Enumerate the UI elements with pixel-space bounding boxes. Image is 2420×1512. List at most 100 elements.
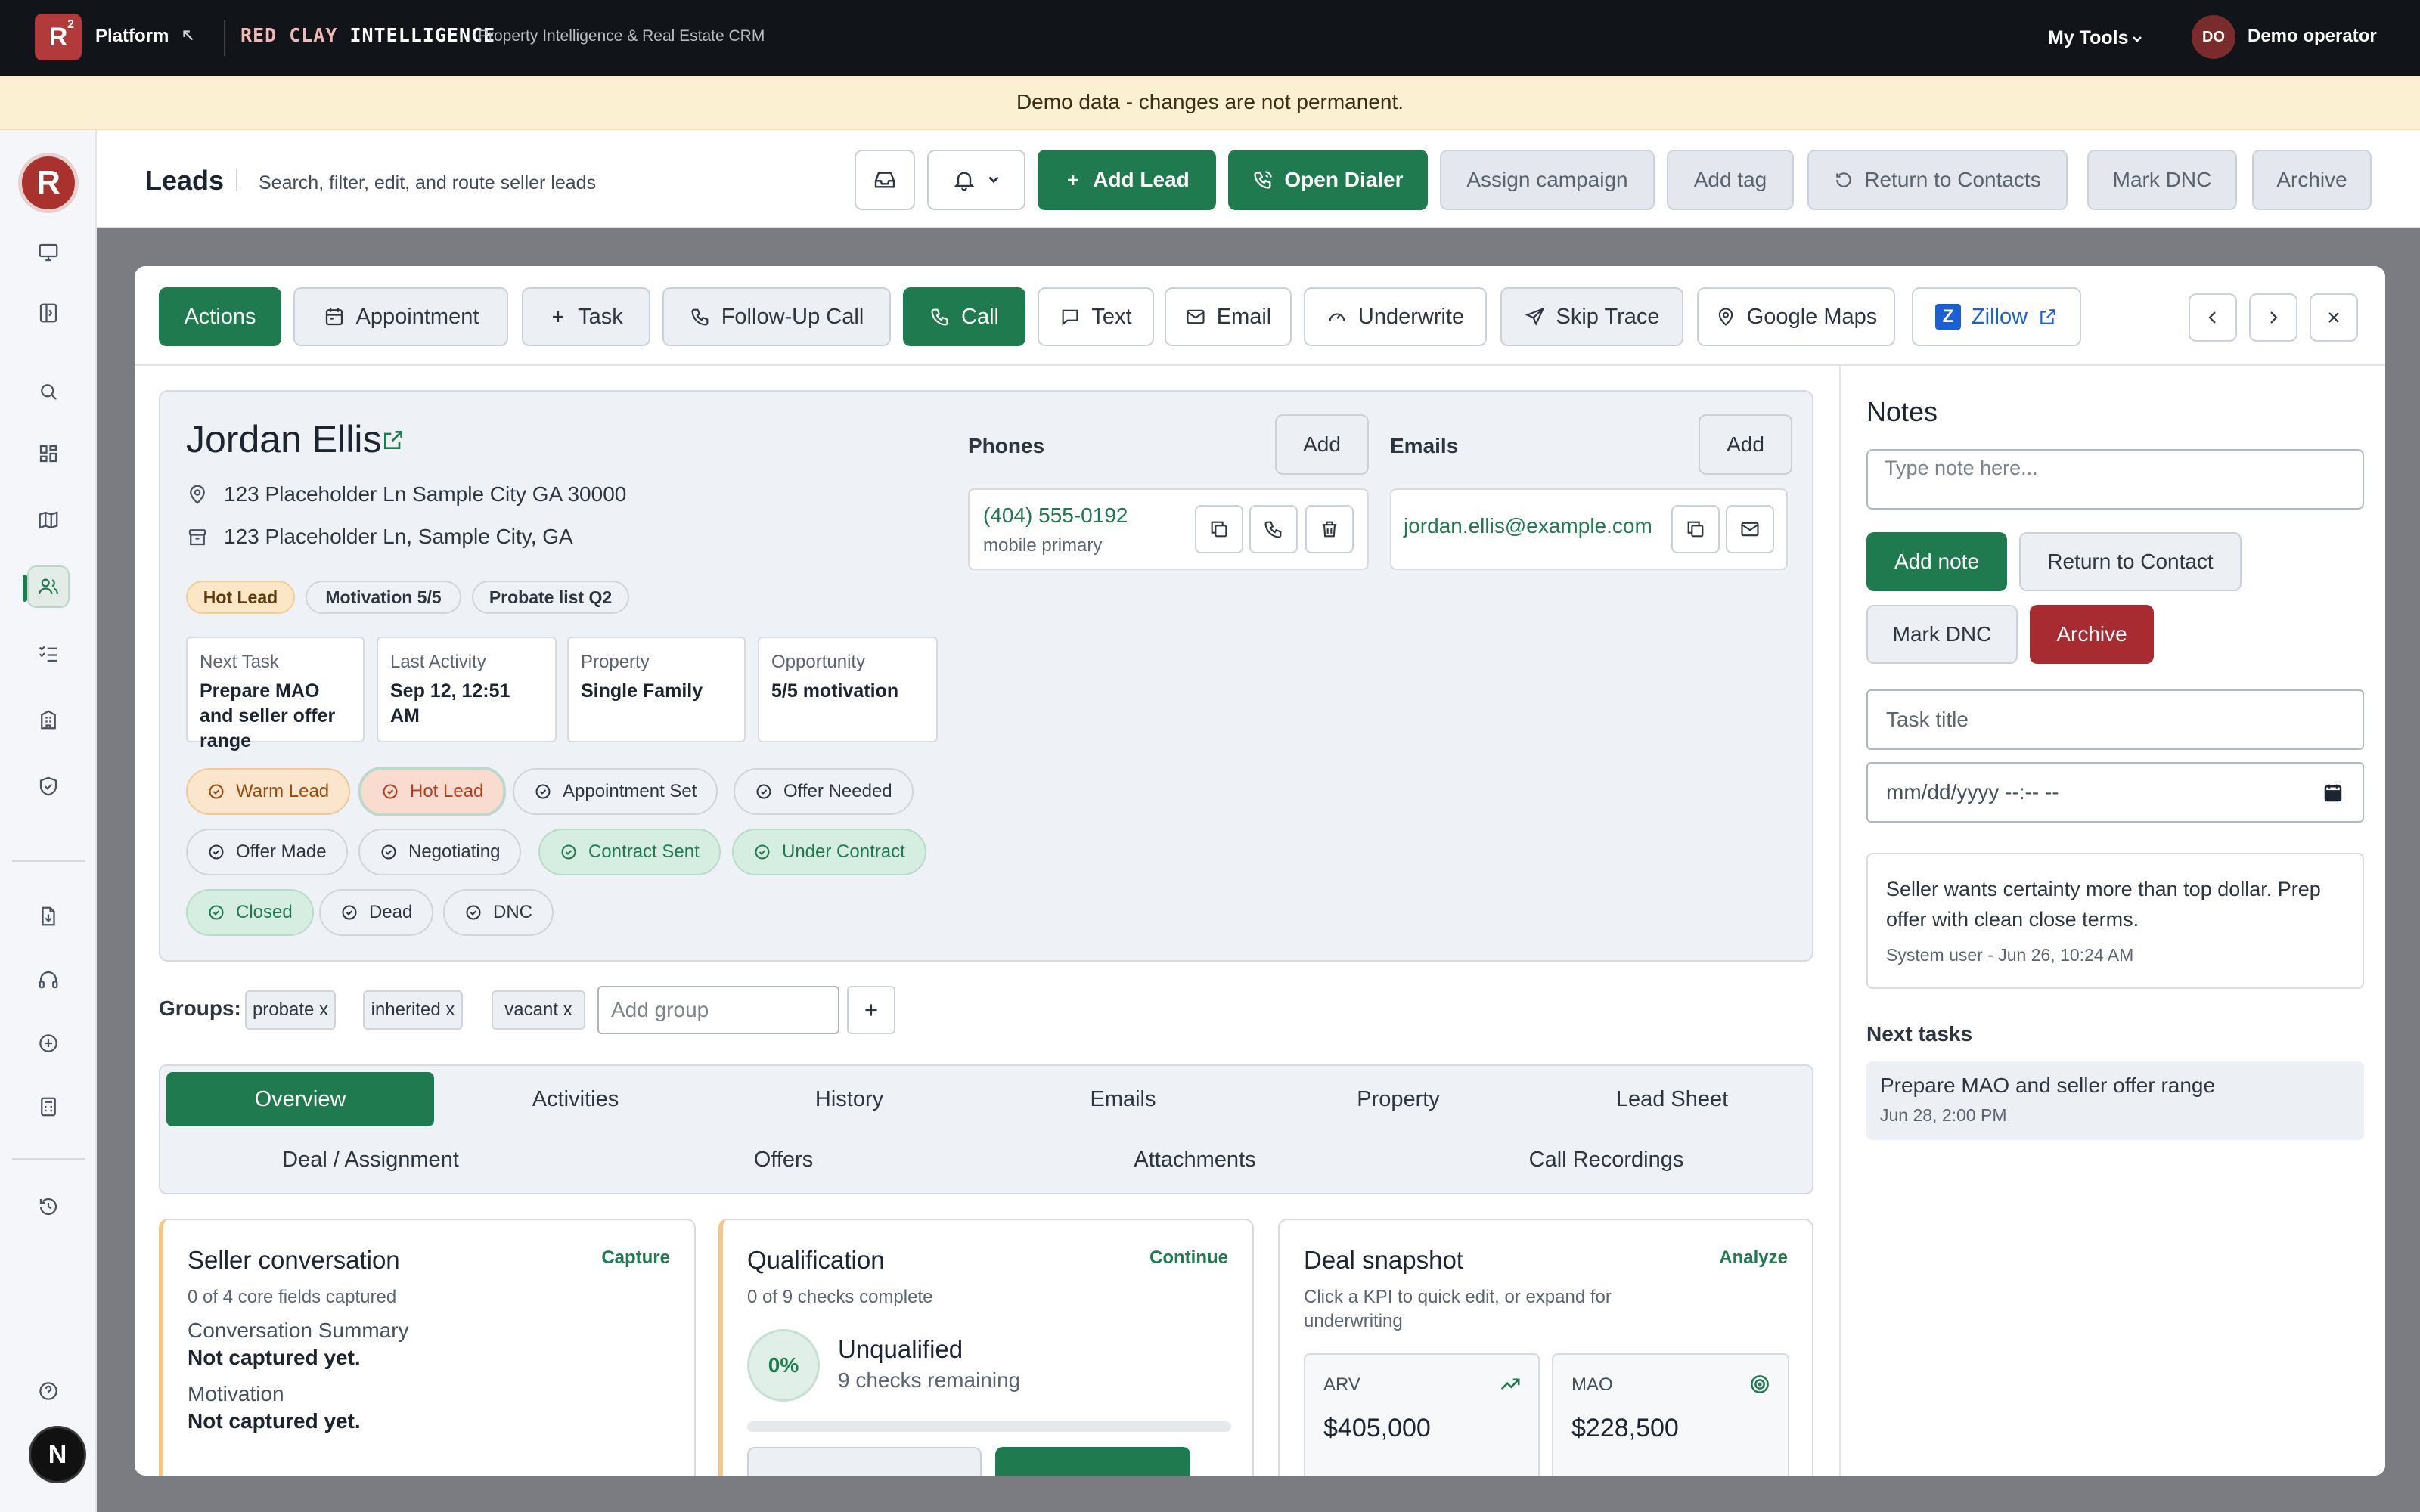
- calculator-icon[interactable]: [27, 1086, 70, 1128]
- next-task-item[interactable]: Prepare MAO and seller offer range Jun 2…: [1866, 1061, 2364, 1140]
- tab-attachments[interactable]: Attachments: [991, 1132, 1399, 1187]
- mark-dnc-button[interactable]: Mark DNC: [1866, 605, 2018, 664]
- close-button[interactable]: [2310, 293, 2358, 342]
- shield-icon[interactable]: [27, 765, 70, 807]
- status-warm-lead[interactable]: Warm Lead: [186, 768, 351, 815]
- status-offer-needed[interactable]: Offer Needed: [734, 768, 914, 815]
- add-group-button[interactable]: [847, 986, 895, 1034]
- status-closed[interactable]: Closed: [186, 889, 314, 936]
- my-tools-menu[interactable]: My Tools: [2048, 27, 2128, 49]
- calendar-icon[interactable]: [2322, 782, 2344, 804]
- tab-call-recordings[interactable]: Call Recordings: [1402, 1132, 1810, 1187]
- history-icon[interactable]: [27, 1185, 70, 1228]
- group-tag[interactable]: vacant x: [492, 990, 585, 1030]
- status-negotiating[interactable]: Negotiating: [358, 829, 522, 875]
- group-tag[interactable]: probate x: [245, 990, 336, 1030]
- appointment-button[interactable]: Appointment: [293, 287, 508, 346]
- kpi-last-activity[interactable]: Last Activity Sep 12, 12:51 AM: [377, 637, 557, 742]
- continue-link[interactable]: Continue: [1150, 1247, 1228, 1269]
- return-to-contacts-button[interactable]: Return to Contacts: [1807, 150, 2068, 210]
- task-title-input[interactable]: Task title: [1866, 689, 2364, 750]
- status-appointment-set[interactable]: Appointment Set: [513, 768, 718, 815]
- delete-phone-button[interactable]: [1305, 505, 1354, 553]
- search-icon[interactable]: [27, 370, 70, 413]
- email-button[interactable]: Email: [1165, 287, 1292, 346]
- return-to-contact-button[interactable]: Return to Contact: [2019, 532, 2242, 591]
- map-icon[interactable]: [27, 499, 70, 541]
- tab-offers[interactable]: Offers: [579, 1132, 988, 1187]
- call-phone-button[interactable]: [1249, 505, 1298, 553]
- phone-number[interactable]: (404) 555-0192: [983, 503, 1128, 528]
- analyze-link[interactable]: Analyze: [1719, 1247, 1788, 1269]
- avatar[interactable]: DO: [2192, 15, 2235, 59]
- add-phone-button[interactable]: Add: [1275, 414, 1369, 475]
- mao-kpi[interactable]: MAO $228,500: [1552, 1353, 1789, 1476]
- next-button[interactable]: [2249, 293, 2297, 342]
- inbox-button[interactable]: [855, 150, 915, 210]
- primary-button[interactable]: [995, 1447, 1190, 1476]
- follow-up-call-button[interactable]: Follow-Up Call: [662, 287, 891, 346]
- help-icon[interactable]: [27, 1370, 70, 1412]
- archive-button[interactable]: Archive: [2252, 150, 2372, 210]
- arrow-up-left-icon[interactable]: [180, 27, 197, 44]
- sidebar-toggle-icon[interactable]: [27, 292, 70, 334]
- add-lead-button[interactable]: Add Lead: [1038, 150, 1216, 210]
- send-email-button[interactable]: [1726, 505, 1774, 553]
- archive-button[interactable]: Archive: [2030, 605, 2154, 664]
- previous-button[interactable]: [2189, 293, 2237, 342]
- copy-phone-button[interactable]: [1195, 505, 1243, 553]
- app-logo[interactable]: R2: [35, 14, 82, 60]
- status-under-contract[interactable]: Under Contract: [732, 829, 926, 875]
- kpi-next-task[interactable]: Next Task Prepare MAO and seller offer ra…: [186, 637, 365, 751]
- plus-circle-icon[interactable]: [27, 1022, 70, 1064]
- status-dead[interactable]: Dead: [319, 889, 434, 936]
- status-offer-made[interactable]: Offer Made: [186, 829, 348, 875]
- tasks-icon[interactable]: [27, 632, 70, 674]
- tab-lead-sheet[interactable]: Lead Sheet: [1538, 1072, 1806, 1126]
- tab-history[interactable]: History: [715, 1072, 983, 1126]
- group-tag[interactable]: inherited x: [363, 990, 463, 1030]
- user-name[interactable]: Demo operator: [2248, 26, 2377, 47]
- leads-icon[interactable]: [23, 565, 70, 608]
- assign-campaign-button[interactable]: Assign campaign: [1440, 150, 1655, 210]
- status-contract-sent[interactable]: Contract Sent: [538, 829, 721, 875]
- secondary-button[interactable]: [747, 1447, 982, 1476]
- document-icon[interactable]: [27, 895, 70, 937]
- capture-link[interactable]: Capture: [601, 1247, 670, 1269]
- monitor-icon[interactable]: [27, 231, 70, 274]
- tab-property[interactable]: Property: [1264, 1072, 1532, 1126]
- skip-trace-button[interactable]: Skip Trace: [1500, 287, 1683, 346]
- tab-overview[interactable]: Overview: [166, 1072, 434, 1126]
- copy-email-button[interactable]: [1671, 505, 1720, 553]
- zillow-button[interactable]: Z Zillow: [1912, 287, 2081, 346]
- kpi-property[interactable]: Property Single Family: [567, 637, 746, 742]
- headset-icon[interactable]: [27, 959, 70, 1001]
- text-button[interactable]: Text: [1038, 287, 1154, 346]
- add-tag-button[interactable]: Add tag: [1667, 150, 1794, 210]
- next-badge[interactable]: N: [29, 1426, 86, 1483]
- note-input[interactable]: Type note here...: [1866, 449, 2364, 510]
- rail-logo[interactable]: R: [18, 153, 79, 213]
- status-dnc[interactable]: DNC: [443, 889, 554, 936]
- tab-emails[interactable]: Emails: [989, 1072, 1257, 1126]
- kpi-opportunity[interactable]: Opportunity 5/5 motivation: [758, 637, 938, 742]
- tab-deal-assignment[interactable]: Deal / Assignment: [166, 1132, 575, 1187]
- chevron-down-icon[interactable]: [2131, 35, 2143, 44]
- open-dialer-button[interactable]: Open Dialer: [1228, 150, 1428, 210]
- add-note-button[interactable]: Add note: [1866, 532, 2007, 591]
- call-button[interactable]: Call: [903, 287, 1025, 346]
- underwrite-button[interactable]: Underwrite: [1304, 287, 1487, 346]
- add-group-input[interactable]: Add group: [597, 986, 839, 1034]
- add-email-button[interactable]: Add: [1699, 414, 1792, 475]
- status-hot-lead[interactable]: Hot Lead: [358, 767, 507, 816]
- tab-activities[interactable]: Activities: [442, 1072, 709, 1126]
- dashboard-icon[interactable]: [27, 432, 70, 475]
- email-address[interactable]: jordan.ellis@example.com: [1404, 514, 1652, 538]
- task-button[interactable]: Task: [522, 287, 650, 346]
- mark-dnc-button[interactable]: Mark DNC: [2087, 150, 2237, 210]
- platform-link[interactable]: Platform: [95, 26, 169, 47]
- google-maps-button[interactable]: Google Maps: [1697, 287, 1895, 346]
- task-datetime-input[interactable]: mm/dd/yyyy --:-- --: [1866, 762, 2364, 823]
- external-link-icon[interactable]: [381, 428, 405, 452]
- notifications-button[interactable]: [927, 150, 1025, 210]
